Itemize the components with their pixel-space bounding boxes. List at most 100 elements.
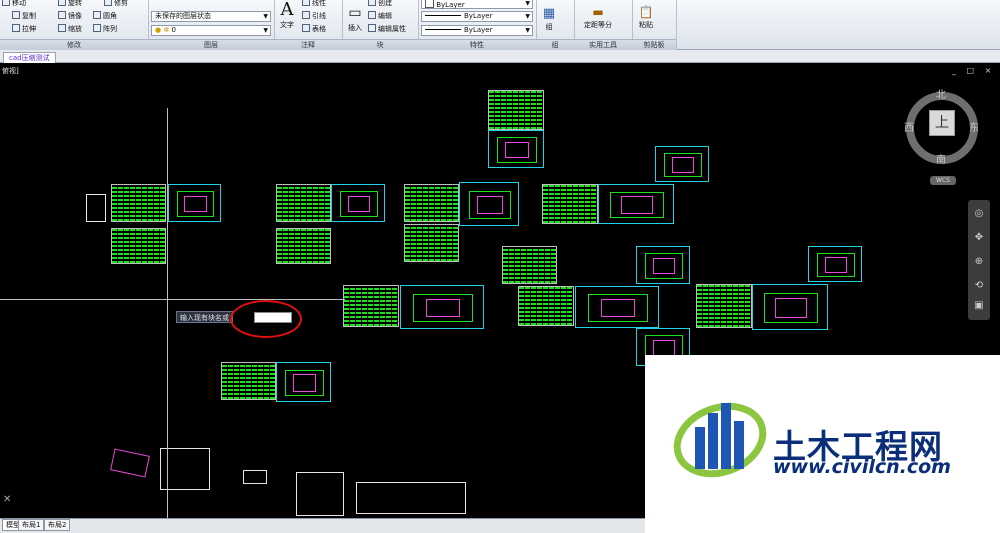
clipboard-panel-title[interactable]: 剪贴板	[632, 39, 676, 50]
mirror-command[interactable]: 镜像	[58, 11, 82, 22]
leader-command[interactable]: 引线	[302, 11, 326, 22]
drawing-sheet-11[interactable]	[488, 130, 544, 168]
utilities-panel: ▬ 定距等分 实用工具	[574, 0, 633, 50]
annotation-panel-title[interactable]: 注释	[274, 39, 342, 50]
copy-icon	[12, 11, 20, 19]
drawing-sheet-8[interactable]	[459, 182, 519, 226]
move-command[interactable]: 移动	[2, 0, 26, 9]
steering-wheel-icon[interactable]: ◎	[973, 208, 985, 220]
move-icon	[2, 0, 10, 6]
viewport-label[interactable]: 俯视]	[2, 66, 19, 76]
groups-panel-title[interactable]: 组	[536, 39, 574, 50]
drawing-sheet-26[interactable]	[276, 362, 331, 402]
compass-north[interactable]: 北	[936, 86, 946, 101]
drawing-sheet-18[interactable]	[343, 285, 399, 327]
utilities-panel-title[interactable]: 实用工具	[574, 39, 632, 50]
drawing-sheet-13[interactable]	[598, 184, 674, 224]
color-dropdown[interactable]: ByLayer ▼	[421, 0, 533, 9]
drawing-sheet-21[interactable]	[575, 286, 659, 328]
linetype-dropdown[interactable]: ByLayer ▼	[421, 11, 533, 22]
dimension-icon	[302, 0, 310, 6]
linear-dimension-command[interactable]: 线性	[302, 0, 326, 9]
compass-south[interactable]: 南	[936, 151, 946, 166]
table-icon	[302, 24, 310, 32]
lineweight-dropdown[interactable]: ByLayer ▼	[421, 25, 533, 36]
rotate-command[interactable]: 旋转	[58, 0, 82, 9]
layer-state-dropdown[interactable]: 未保存的图层状态 ▼	[151, 11, 271, 22]
zoom-icon[interactable]: ⊕	[973, 256, 985, 268]
scale-command[interactable]: 缩放	[58, 24, 82, 35]
scale-icon	[58, 24, 66, 32]
attributes-icon	[368, 24, 376, 32]
dynamic-input-prompt: 输入现有块名或	[176, 311, 233, 323]
drawing-sheet-15[interactable]	[502, 246, 557, 284]
drawing-sheet-14[interactable]	[655, 146, 709, 182]
drawing-sheet-23[interactable]	[696, 284, 752, 328]
properties-panel-title[interactable]: 特性	[418, 39, 536, 50]
drawing-sheet-7[interactable]	[404, 184, 459, 222]
edit-attributes-command[interactable]: 编辑属性	[368, 24, 406, 35]
create-block-command[interactable]: 创建	[368, 0, 392, 9]
paste-button[interactable]: 📋 粘贴	[634, 4, 658, 30]
close-command-line-icon[interactable]: ✕	[3, 494, 11, 505]
drawing-sheet-19[interactable]	[400, 285, 484, 329]
chevron-down-icon: ▼	[263, 27, 268, 34]
trim-icon	[104, 0, 112, 6]
drawing-sheet-4[interactable]	[276, 184, 331, 222]
tab-layout2[interactable]: 布局2	[44, 519, 71, 531]
paste-icon: 📋	[638, 5, 654, 19]
array-command[interactable]: 阵列	[93, 24, 117, 35]
stretch-command[interactable]: 拉伸	[12, 24, 36, 35]
drawing-detail-1[interactable]	[86, 194, 106, 222]
document-tab-bar	[0, 50, 1000, 63]
drawing-sheet-25[interactable]	[221, 362, 276, 400]
layers-panel-title[interactable]: 图层	[148, 39, 274, 50]
compass-east[interactable]: 东	[969, 119, 979, 134]
drawing-sheet-17[interactable]	[808, 246, 862, 282]
drawing-detail-4[interactable]	[296, 472, 344, 516]
group-button[interactable]: ▦ 组	[539, 6, 559, 32]
drawing-sheet-5[interactable]	[331, 184, 385, 222]
viewcube-top-face[interactable]: 上	[929, 110, 955, 136]
drawing-sheet-1[interactable]	[111, 184, 166, 222]
clipboard-panel: 📋 粘贴 剪贴板	[632, 0, 677, 50]
layer-dropdown[interactable]: ● ✲ 0 ▼	[151, 25, 271, 36]
lightbulb-icon: ●	[155, 26, 162, 34]
drawing-sheet-3[interactable]	[111, 228, 166, 264]
edit-block-command[interactable]: 编辑	[368, 11, 392, 22]
drawing-detail-3[interactable]	[243, 470, 267, 484]
drawing-detail-5[interactable]	[356, 482, 466, 514]
document-tab[interactable]: cad压缩测试	[3, 52, 56, 63]
drawing-sheet-10[interactable]	[488, 90, 544, 130]
block-panel-title[interactable]: 块	[342, 39, 418, 50]
drawing-sheet-12[interactable]	[542, 184, 598, 224]
drawing-sheet-24[interactable]	[752, 284, 828, 330]
measure-button[interactable]: ▬ 定距等分	[576, 4, 620, 30]
wcs-menu[interactable]: WCS	[930, 176, 956, 185]
tab-layout1[interactable]: 布局1	[18, 519, 45, 531]
viewport-window-controls[interactable]: _ □ ×	[952, 66, 995, 75]
showmotion-icon[interactable]: ▣	[973, 300, 985, 312]
array-icon	[93, 24, 101, 32]
crosshair-horizontal	[0, 299, 345, 300]
text-button[interactable]: A 文字	[276, 0, 298, 30]
drawing-sheet-20[interactable]	[518, 286, 574, 326]
mirror-icon	[58, 11, 66, 19]
insert-button[interactable]: ▭ 插入	[343, 3, 367, 33]
compass-west[interactable]: 西	[904, 119, 914, 134]
navigation-bar: ◎ ✥ ⊕ ⟲ ▣	[968, 200, 990, 320]
groups-panel: ▦ 组 组	[536, 0, 575, 50]
drawing-sheet-2[interactable]	[168, 184, 221, 222]
fillet-command[interactable]: 圆角	[93, 11, 117, 22]
copy-command[interactable]: 复制	[12, 11, 36, 22]
modify-panel-title[interactable]: 修改	[0, 39, 148, 50]
layers-panel: 未保存的图层状态 ▼ ● ✲ 0 ▼ 图层	[148, 0, 275, 50]
pan-icon[interactable]: ✥	[973, 232, 985, 244]
drawing-sheet-16[interactable]	[636, 246, 690, 284]
drawing-sheet-6[interactable]	[276, 228, 331, 264]
drawing-sheet-9[interactable]	[404, 224, 459, 262]
trim-command[interactable]: 修剪	[104, 0, 128, 9]
table-command[interactable]: 表格	[302, 24, 326, 35]
edit-icon	[368, 11, 376, 19]
orbit-icon[interactable]: ⟲	[973, 280, 985, 292]
